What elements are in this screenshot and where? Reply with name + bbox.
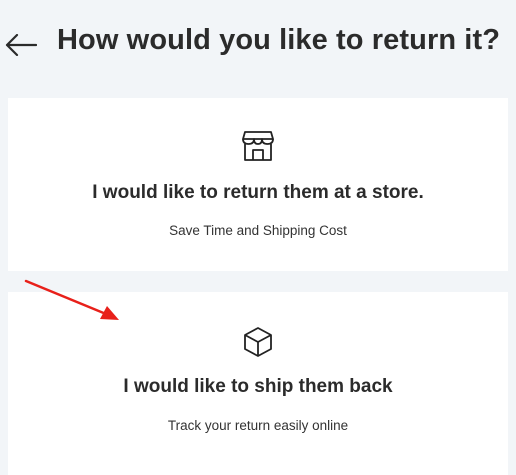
option-subtitle: Track your return easily online (167, 418, 349, 433)
storefront-icon (242, 131, 274, 161)
box-icon (244, 327, 272, 357)
return-at-store-option[interactable]: I would like to return them at a store. … (8, 98, 508, 271)
option-title: I would like to ship them back (123, 376, 393, 397)
option-subtitle: Save Time and Shipping Cost (169, 223, 347, 238)
header: How would you like to return it? (0, 0, 516, 90)
option-title: I would like to return them at a store. (92, 182, 424, 203)
back-button[interactable] (4, 28, 38, 62)
ship-back-option[interactable]: I would like to ship them back Track you… (8, 292, 508, 475)
arrow-left-icon (5, 34, 37, 56)
page-title: How would you like to return it? (57, 24, 501, 56)
